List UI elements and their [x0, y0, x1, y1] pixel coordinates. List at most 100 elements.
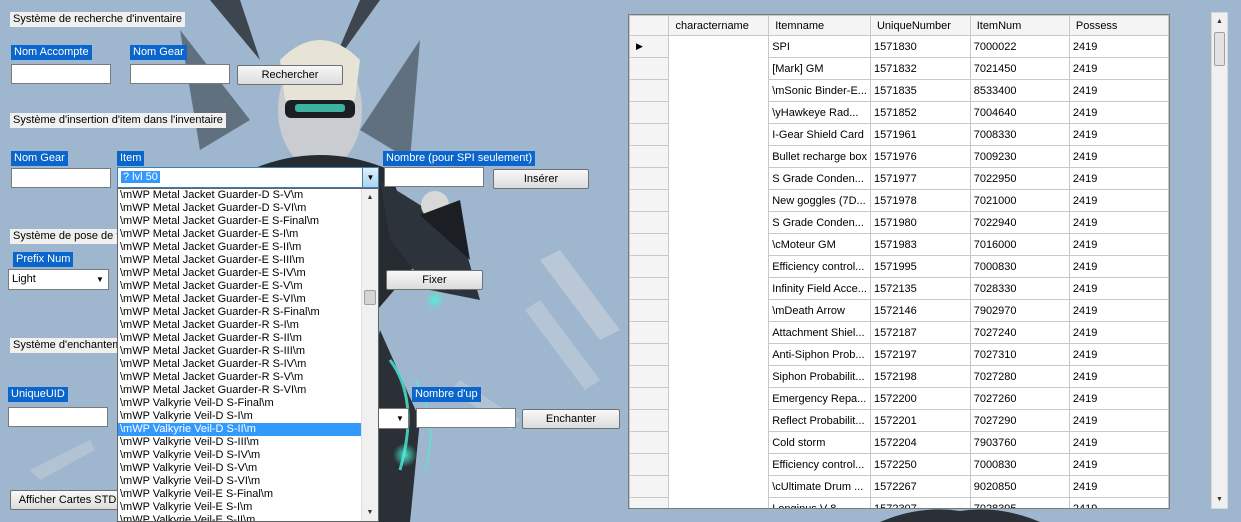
dropdown-scrollbar[interactable]: ▲ ▼: [361, 189, 378, 521]
dropdown-option[interactable]: \mWP Metal Jacket Guarder-E S-Final\m: [118, 215, 362, 228]
fix-button[interactable]: Fixer: [386, 270, 483, 290]
gear-name-input[interactable]: [130, 64, 230, 84]
table-row[interactable]: S Grade Conden... 1571980 7022940 2419: [629, 211, 1169, 234]
table-cell[interactable]: 1572267: [869, 475, 971, 498]
table-cell[interactable]: [668, 35, 770, 58]
enchant-combobox-tail[interactable]: ▼: [378, 408, 409, 429]
row-header[interactable]: [629, 167, 670, 190]
scroll-up-icon[interactable]: ▲: [362, 189, 378, 206]
table-cell[interactable]: 7027280: [969, 365, 1070, 388]
table-cell[interactable]: [668, 167, 770, 190]
table-cell[interactable]: New goggles (7D...: [768, 189, 871, 212]
table-cell[interactable]: 2419: [1068, 167, 1169, 190]
dropdown-option[interactable]: \mWP Valkyrie Veil-E S-I\m: [118, 501, 362, 514]
column-header[interactable]: charactername: [668, 15, 770, 36]
dropdown-option[interactable]: \mWP Valkyrie Veil-D S-I\m: [118, 410, 362, 423]
table-cell[interactable]: Emergency Repa...: [768, 387, 871, 410]
table-row[interactable]: \yHawkeye Rad... 1571852 7004640 2419: [629, 101, 1169, 124]
insert-button[interactable]: Insérer: [493, 169, 589, 189]
unique-uid-input[interactable]: [8, 407, 108, 427]
table-cell[interactable]: Bullet recharge box: [768, 145, 871, 168]
dropdown-option[interactable]: \mWP Valkyrie Veil-D S-IV\m: [118, 449, 362, 462]
table-cell[interactable]: 2419: [1068, 255, 1169, 278]
table-cell[interactable]: S Grade Conden...: [768, 167, 871, 190]
dropdown-option[interactable]: \mWP Valkyrie Veil-D S-V\m: [118, 462, 362, 475]
count-input[interactable]: [384, 167, 484, 187]
table-cell[interactable]: 2419: [1068, 211, 1169, 234]
table-row[interactable]: ▶ SPI 1571830 7000022 2419: [629, 35, 1169, 58]
table-row[interactable]: Efficiency control... 1572250 7000830 2419: [629, 453, 1169, 476]
table-cell[interactable]: \mDeath Arrow: [768, 299, 871, 322]
table-row[interactable]: I-Gear Shield Card 1571961 7008330 2419: [629, 123, 1169, 146]
dropdown-option[interactable]: \mWP Metal Jacket Guarder-R S-I\m: [118, 319, 362, 332]
table-cell[interactable]: 7027290: [969, 409, 1070, 432]
table-cell[interactable]: 7021000: [969, 189, 1070, 212]
table-row[interactable]: Emergency Repa... 1572200 7027260 2419: [629, 387, 1169, 410]
item-combobox[interactable]: ? lvl 50 ▼: [117, 167, 379, 188]
up-count-input[interactable]: [416, 408, 516, 428]
table-cell[interactable]: 1571980: [869, 211, 971, 234]
table-cell[interactable]: [668, 409, 770, 432]
table-cell[interactable]: 2419: [1068, 387, 1169, 410]
table-cell[interactable]: 2419: [1068, 189, 1169, 212]
enchant-button[interactable]: Enchanter: [522, 409, 620, 429]
row-header[interactable]: [629, 277, 670, 300]
table-cell[interactable]: 1571977: [869, 167, 971, 190]
dropdown-option[interactable]: \mWP Valkyrie Veil-D S-II\m: [118, 423, 362, 436]
page-scroll-thumb[interactable]: [1214, 32, 1225, 66]
chevron-down-icon[interactable]: ▼: [362, 168, 378, 187]
table-cell[interactable]: [668, 431, 770, 454]
table-cell[interactable]: 8533400: [969, 79, 1070, 102]
scroll-up-icon[interactable]: ▲: [1212, 13, 1227, 30]
table-row[interactable]: Cold storm 1572204 7903760 2419: [629, 431, 1169, 454]
table-cell[interactable]: 7008330: [969, 123, 1070, 146]
table-cell[interactable]: [668, 79, 770, 102]
table-cell[interactable]: 1571961: [869, 123, 971, 146]
table-cell[interactable]: 7021450: [969, 57, 1070, 80]
table-cell[interactable]: [668, 57, 770, 80]
table-cell[interactable]: 7016000: [969, 233, 1070, 256]
table-cell[interactable]: Siphon Probabilit...: [768, 365, 871, 388]
table-cell[interactable]: S Grade Conden...: [768, 211, 871, 234]
table-cell[interactable]: 1572146: [869, 299, 971, 322]
row-header[interactable]: [629, 299, 670, 322]
table-cell[interactable]: 1572201: [869, 409, 971, 432]
dropdown-option[interactable]: \mWP Valkyrie Veil-D S-III\m: [118, 436, 362, 449]
table-cell[interactable]: \mSonic Binder-E...: [768, 79, 871, 102]
table-cell[interactable]: [668, 453, 770, 476]
table-cell[interactable]: 2419: [1068, 35, 1169, 58]
table-cell[interactable]: 1572204: [869, 431, 971, 454]
row-header[interactable]: [629, 145, 670, 168]
table-row[interactable]: S Grade Conden... 1571977 7022950 2419: [629, 167, 1169, 190]
row-header[interactable]: [629, 321, 670, 344]
table-cell[interactable]: 1572307: [869, 497, 971, 508]
dropdown-option[interactable]: \mWP Metal Jacket Guarder-R S-Final\m: [118, 306, 362, 319]
column-header[interactable]: Possess: [1068, 15, 1169, 36]
dropdown-option[interactable]: \mWP Metal Jacket Guarder-R S-II\m: [118, 332, 362, 345]
chevron-down-icon[interactable]: ▼: [392, 409, 408, 428]
insert-gear-input[interactable]: [11, 168, 111, 188]
table-cell[interactable]: I-Gear Shield Card: [768, 123, 871, 146]
table-row[interactable]: Infinity Field Acce... 1572135 7028330 2419: [629, 277, 1169, 300]
dropdown-scroll-thumb[interactable]: [364, 290, 376, 305]
table-cell[interactable]: 1571852: [869, 101, 971, 124]
dropdown-option[interactable]: \mWP Metal Jacket Guarder-E S-V\m: [118, 280, 362, 293]
search-button[interactable]: Rechercher: [237, 65, 343, 85]
table-cell[interactable]: 7000830: [969, 255, 1070, 278]
dropdown-option[interactable]: \mWP Metal Jacket Guarder-E S-I\m: [118, 228, 362, 241]
table-cell[interactable]: 7902970: [969, 299, 1070, 322]
row-header[interactable]: [629, 211, 670, 234]
column-header[interactable]: ItemNum: [969, 15, 1070, 36]
table-cell[interactable]: 1572187: [869, 321, 971, 344]
table-cell[interactable]: SPI: [768, 35, 871, 58]
table-cell[interactable]: 2419: [1068, 453, 1169, 476]
table-cell[interactable]: 7028395: [969, 497, 1070, 508]
row-header[interactable]: [629, 453, 670, 476]
table-cell[interactable]: 7027260: [969, 387, 1070, 410]
column-header[interactable]: UniqueNumber: [869, 15, 971, 36]
dropdown-option[interactable]: \mWP Metal Jacket Guarder-R S-IV\m: [118, 358, 362, 371]
table-row[interactable]: \mDeath Arrow 1572146 7902970 2419: [629, 299, 1169, 322]
table-cell[interactable]: [668, 233, 770, 256]
show-std-cards-button[interactable]: Afficher Cartes STD: [10, 490, 125, 510]
table-cell[interactable]: 2419: [1068, 431, 1169, 454]
